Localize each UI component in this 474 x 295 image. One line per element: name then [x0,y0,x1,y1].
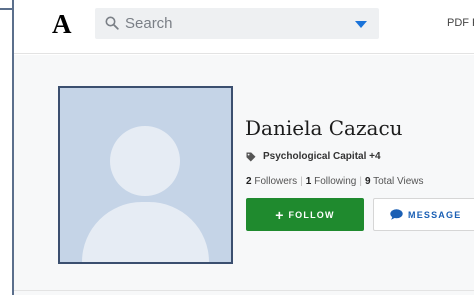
search-icon [105,16,119,30]
follow-button[interactable]: + FOLLOW [246,198,364,231]
following-count: 1 [305,176,312,187]
top-header: A PDF P [14,0,474,54]
profile-stats: 2 Followers | 1 Following | 9 Total Views [246,176,424,187]
plus-icon: + [275,206,284,223]
followers-label: Followers [254,176,298,187]
research-interest-label: Psychological Capital +4 [263,151,381,162]
avatar-head [110,126,180,196]
message-label: MESSAGE [408,209,462,220]
research-interests[interactable]: Psychological Capital +4 [246,151,381,162]
followers-count: 2 [246,176,252,187]
views-stat: 9 Total Views [365,176,424,187]
search-input[interactable] [125,8,345,39]
followers-stat[interactable]: 2 Followers [246,176,297,187]
views-label: Total Views [373,176,424,187]
following-stat[interactable]: 1 Following [306,176,357,187]
stat-separator: | [300,176,303,187]
following-label: Following [314,176,357,187]
section-divider [14,290,474,291]
profile-name: Daniela Cazacu [245,116,403,140]
default-avatar-icon [58,86,233,264]
avatar-body [82,202,209,262]
pdf-link[interactable]: PDF P [447,17,474,29]
search-bar[interactable] [95,8,379,39]
follow-label: FOLLOW [288,209,335,220]
stat-separator: | [359,176,362,187]
chat-bubble-icon [390,209,403,220]
message-button[interactable]: MESSAGE [373,198,474,231]
dropdown-caret-icon[interactable] [355,21,367,28]
views-count: 9 [364,176,371,187]
site-logo[interactable]: A [52,10,72,38]
tag-icon [246,152,256,161]
